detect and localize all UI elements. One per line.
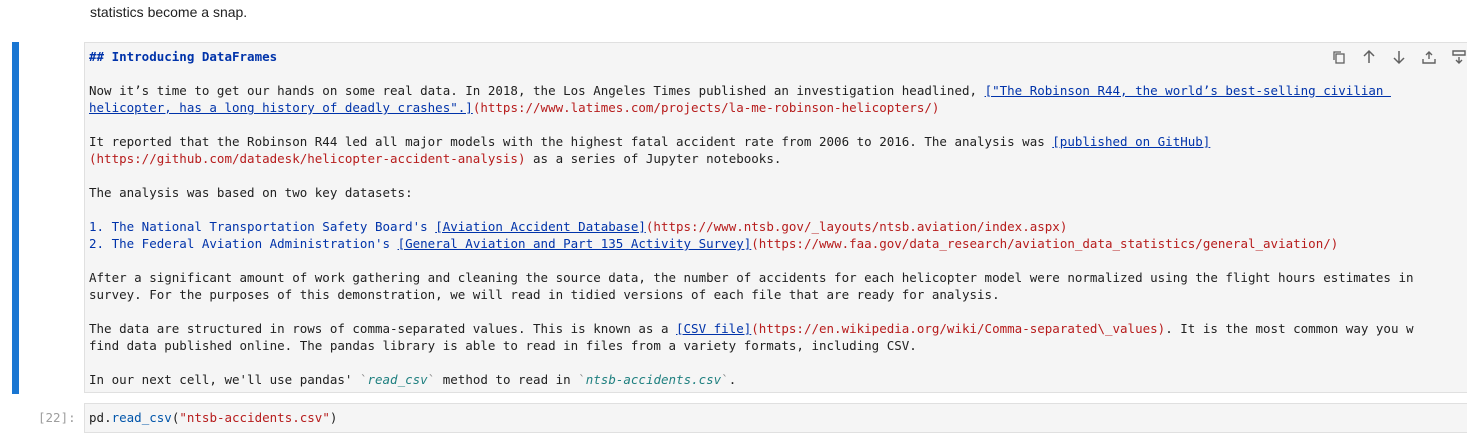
paragraph-5-line-1: The data are structured in rows of comma… — [89, 320, 1414, 337]
paragraph-5-line-2: find data published online. The pandas l… — [89, 338, 917, 353]
github-url: (https://github.com/datadesk/helicopter-… — [89, 151, 526, 166]
ntsb-url: (https://www.ntsb.gov/_layouts/ntsb.avia… — [645, 219, 1068, 234]
paragraph-text: . — [728, 372, 737, 387]
execution-count-prompt: [22]: — [38, 410, 76, 425]
github-link[interactable]: [published on GitHub] — [1052, 134, 1210, 149]
cell-toolbar — [1330, 47, 1467, 67]
code-token: ) — [329, 410, 338, 425]
list-item: 1. The National Transportation Safety Bo… — [89, 218, 1067, 235]
previous-cell-text: statistics become a snap. — [90, 4, 248, 20]
paragraph-6: In our next cell, we'll use pandas' ` rea… — [89, 371, 736, 388]
paragraph-text: In our next cell, we'll use pandas' — [89, 372, 360, 387]
latimes-link-continued[interactable]: helicopter, has a long history of deadly… — [89, 100, 473, 115]
inline-code: read_csv — [367, 372, 428, 387]
csv-link[interactable]: [CSV file] — [676, 321, 751, 336]
paragraph-text: . It is the most common way you w — [1165, 321, 1414, 336]
list-item-text: 1. The National Transportation Safety Bo… — [89, 219, 436, 234]
paragraph-text: The data are structured in rows of comma… — [89, 321, 676, 336]
copy-icon[interactable] — [1330, 48, 1348, 66]
paragraph-4-line-1: After a significant amount of work gathe… — [89, 270, 1414, 285]
paragraph-text: It reported that the Robinson R44 led al… — [89, 134, 1053, 149]
ntsb-link[interactable]: [Aviation Accident Database] — [435, 219, 646, 234]
latimes-link[interactable]: ["The Robinson R44, the world’s best-sel… — [985, 83, 1391, 98]
paragraph-2-line-1: It reported that the Robinson R44 led al… — [89, 133, 1210, 150]
paragraph-text: Now it’s time to get our hands on some r… — [89, 83, 985, 98]
backtick: ` — [578, 372, 586, 387]
code-function: read_csv — [111, 410, 172, 425]
list-item: 2. The Federal Aviation Administration's… — [89, 235, 1338, 252]
inline-code: ntsb-accidents.csv — [585, 372, 722, 387]
list-item-text: 2. The Federal Aviation Administration's — [89, 236, 398, 251]
faa-url: (https://www.faa.gov/data_research/aviat… — [751, 236, 1339, 251]
paragraph-1-line-1: Now it’s time to get our hands on some r… — [89, 82, 1391, 99]
move-up-icon[interactable] — [1360, 48, 1378, 66]
move-down-icon[interactable] — [1390, 48, 1408, 66]
markdown-heading: ## Introducing DataFrames — [89, 49, 278, 64]
latimes-url: (https://www.latimes.com/projects/la-me-… — [472, 100, 940, 115]
insert-below-icon[interactable] — [1450, 48, 1467, 66]
insert-above-icon[interactable] — [1420, 48, 1438, 66]
paragraph-text: method to read in — [435, 372, 579, 387]
backtick: ` — [721, 372, 729, 387]
paragraph-1-line-2: helicopter, has a long history of deadly… — [89, 99, 939, 116]
faa-link[interactable]: [General Aviation and Part 135 Activity … — [398, 236, 752, 251]
code-token: pd — [89, 410, 105, 425]
code-token: . — [104, 410, 112, 425]
code-editor-line[interactable]: pd.read_csv("ntsb-accidents.csv") — [89, 410, 337, 425]
code-string: "ntsb-accidents.csv" — [179, 410, 330, 425]
active-cell-indicator[interactable] — [12, 42, 19, 394]
paragraph-text: as a series of Jupyter notebooks. — [525, 151, 782, 166]
paragraph-3: The analysis was based on two key datase… — [89, 185, 413, 200]
csv-url: (https://en.wikipedia.org/wiki/Comma-sep… — [751, 321, 1166, 336]
paragraph-4-line-2: survey. For the purposes of this demonst… — [89, 287, 1000, 302]
paragraph-2-line-2: (https://github.com/datadesk/helicopter-… — [89, 150, 781, 167]
